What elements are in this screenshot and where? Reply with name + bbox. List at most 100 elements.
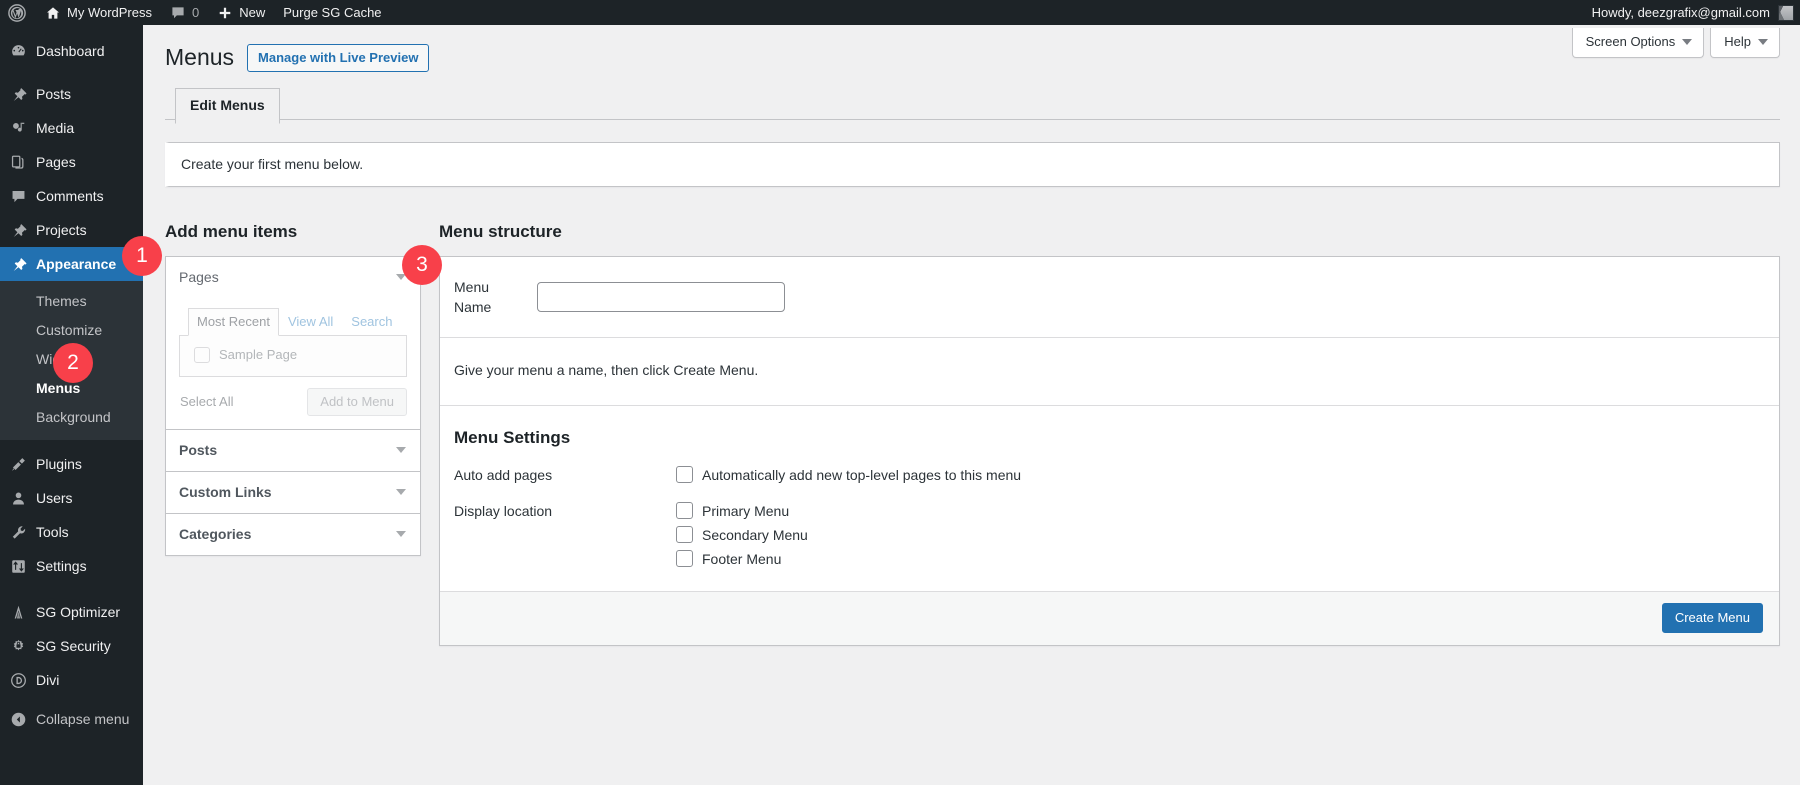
select-all-link[interactable]: Select All [180,394,233,409]
list-item[interactable]: Sample Page [190,345,396,365]
sidebar-item-plugins[interactable]: Plugins [0,447,143,481]
sidebar-separator [0,68,143,77]
submenu-item-background[interactable]: Background [0,403,143,432]
setting-row-display-location: Display location Primary Menu Secondary … [454,501,1763,569]
submenu-item-themes[interactable]: Themes [0,287,143,316]
admin-bar: My WordPress 0 New Purge SG Cache Howdy,… [0,0,1800,25]
help-label: Help [1724,34,1751,49]
menu-edit-footer: Create Menu [440,590,1779,645]
sidebar-item-users[interactable]: Users [0,481,143,515]
accordion-header-pages[interactable]: Pages [166,256,420,298]
checkbox-secondary-menu[interactable] [676,526,693,544]
accordion-title: Categories [179,525,252,542]
sidebar-item-label: Divi [36,672,60,688]
sg-optimizer-icon [0,604,36,621]
accordion-title: Custom Links [179,483,272,500]
checkbox-sample-page[interactable] [194,346,210,363]
display-location-row-secondary[interactable]: Secondary Menu [676,525,808,545]
menu-name-label: Menu Name [454,278,492,315]
user-icon [0,490,36,507]
accordion-header-posts[interactable]: Posts [166,429,420,471]
accordion-header-categories[interactable]: Categories [166,513,420,555]
checkbox-primary-menu[interactable] [676,502,693,520]
purge-sg-cache-label: Purge SG Cache [283,5,382,20]
menus-layout: Add menu items Pages Most Recent View Al… [165,220,1780,646]
tab-search[interactable]: Search [342,308,401,336]
tab-edit-menus[interactable]: Edit Menus [175,87,280,124]
sidebar-item-label: Appearance [36,256,117,272]
media-icon [0,120,36,137]
settings-sliders-icon [0,558,36,575]
sidebar-item-label: Tools [36,524,69,540]
site-name-label: My WordPress [67,5,152,20]
collapse-arrow-icon [0,711,36,728]
display-location-option-label: Secondary Menu [702,526,808,543]
accordion-section-custom-links: Custom Links [166,471,420,514]
accordion-title: Posts [179,441,218,458]
sidebar-item-label: Projects [36,222,87,238]
comments-button[interactable]: 0 [161,0,208,25]
help-button[interactable]: Help [1710,28,1780,58]
sidebar-item-posts[interactable]: Posts [0,77,143,111]
caret-down-icon [396,446,406,453]
wrench-icon [0,524,36,541]
content-body: Screen Options Help Menus Manage with Li… [143,25,1800,646]
display-location-option-label: Footer Menu [702,550,782,567]
comment-bubble-icon [170,5,186,21]
sidebar-item-tools[interactable]: Tools [0,515,143,549]
paintbrush-icon [0,256,36,273]
plus-icon [217,5,233,21]
accordion-title: Pages [179,268,219,285]
collapse-menu-button[interactable]: Collapse menu [0,702,143,736]
screen-options-button[interactable]: Screen Options [1571,28,1705,58]
tab-view-all[interactable]: View All [279,308,342,336]
display-location-row-footer[interactable]: Footer Menu [676,549,808,569]
sidebar-item-label: SG Security [36,638,111,654]
sidebar-top-spacer [0,25,143,34]
sidebar-item-label: Users [36,490,73,506]
menu-name-row: Menu Name [440,257,1779,338]
checkbox-footer-menu[interactable] [676,550,693,568]
add-to-menu-button[interactable]: Add to Menu [307,387,407,416]
auto-add-pages-checkbox-row[interactable]: Automatically add new top-level pages to… [676,465,1021,485]
menu-structure-column: Menu structure Menu Name Give your menu … [439,220,1780,646]
accordion-header-custom-links[interactable]: Custom Links [166,471,420,513]
purge-sg-cache-button[interactable]: Purge SG Cache [274,0,390,25]
create-first-menu-notice: Create your first menu below. [165,141,1780,187]
sidebar-item-comments[interactable]: Comments [0,179,143,213]
auto-add-pages-options: Automatically add new top-level pages to… [676,465,1021,485]
add-menu-items-column: Add menu items Pages Most Recent View Al… [165,220,421,556]
sidebar-item-pages[interactable]: Pages [0,145,143,179]
display-location-row-primary[interactable]: Primary Menu [676,501,808,521]
sidebar-item-sg-security[interactable]: SG Security [0,629,143,663]
sidebar-item-label: SG Optimizer [36,604,121,620]
plug-icon [0,456,36,473]
sidebar-item-projects[interactable]: Projects [0,213,143,247]
display-location-option-label: Primary Menu [702,502,790,519]
sidebar-item-label: Comments [36,188,104,204]
menu-name-input[interactable] [537,281,785,312]
tab-most-recent[interactable]: Most Recent [188,307,279,336]
new-content-button[interactable]: New [208,0,274,25]
site-name-button[interactable]: My WordPress [36,0,161,25]
sidebar-item-label: Plugins [36,456,82,472]
sidebar-item-settings[interactable]: Settings [0,549,143,583]
avatar [1778,4,1794,21]
screen-options-label: Screen Options [1585,34,1676,49]
account-menu[interactable]: Howdy, deezgrafix@gmail.com [1592,4,1800,21]
pin-icon [0,222,36,239]
collapse-menu-label: Collapse menu [36,711,130,727]
checkbox-auto-add-pages[interactable] [676,466,693,484]
manage-with-live-preview-button[interactable]: Manage with Live Preview [247,43,430,72]
sidebar-item-sg-optimizer[interactable]: SG Optimizer [0,595,143,629]
home-icon [45,5,61,21]
content-area: Screen Options Help Menus Manage with Li… [143,25,1800,785]
submenu-item-customize[interactable]: Customize [0,316,143,345]
sidebar-item-dashboard[interactable]: Dashboard [0,34,143,68]
dashboard-icon [0,43,36,60]
sidebar-item-media[interactable]: Media [0,111,143,145]
sidebar-item-divi[interactable]: Divi [0,663,143,697]
sidebar-item-label: Dashboard [36,43,105,59]
wordpress-logo-button[interactable] [0,0,36,25]
create-menu-button[interactable]: Create Menu [1661,602,1763,633]
